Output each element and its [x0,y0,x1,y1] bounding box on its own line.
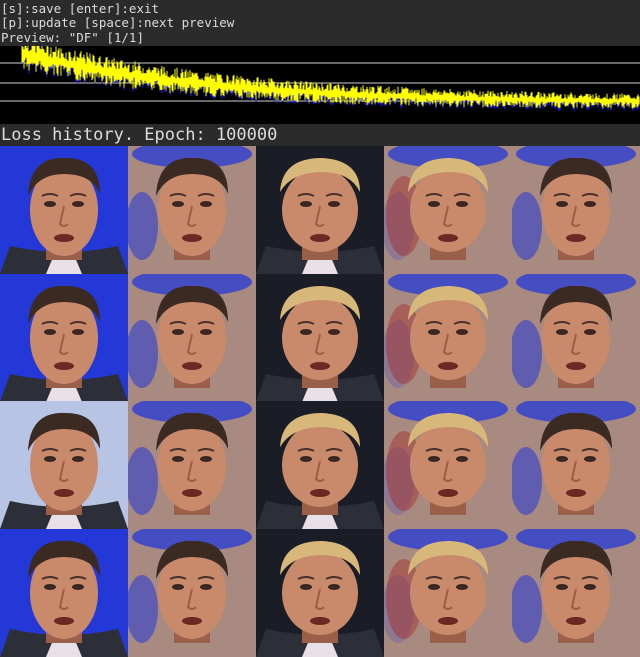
cage-icon [512,146,640,274]
cage-icon [512,529,640,657]
trump-icon [384,529,512,657]
preview-tile-swapped [512,146,640,274]
preview-tile-swapped [512,529,640,657]
preview-tile-src-original [0,401,128,529]
preview-tile-dst-original [256,401,384,529]
cage-icon [128,529,256,657]
preview-tile-src-original [0,274,128,402]
preview-header: [s]:save [enter]:exit [p]:update [space]… [0,0,640,46]
preview-tile-dst-reconstruction [384,146,512,274]
preview-tile-src-original [0,146,128,274]
cage-icon [0,274,128,402]
help-save-exit: [s]:save [enter]:exit [1,1,160,16]
trump-icon [384,274,512,402]
cage-icon [512,274,640,402]
preview-tile-dst-reconstruction [384,529,512,657]
cage-icon [0,401,128,529]
cage-icon [0,146,128,274]
trump-icon [256,401,384,529]
preview-tile-src-reconstruction [128,401,256,529]
loss-series-a [21,46,640,109]
trump-icon [256,529,384,657]
preview-title: Preview: "DF" [1/1] [1,30,144,45]
preview-tile-dst-original [256,529,384,657]
cage-icon [128,401,256,529]
cage-icon [128,146,256,274]
cage-icon [0,529,128,657]
trump-icon [384,146,512,274]
preview-tile-src-reconstruction [128,274,256,402]
cage-icon [128,274,256,402]
preview-tile-dst-reconstruction [384,274,512,402]
preview-grid [0,146,640,657]
preview-tile-src-reconstruction [128,529,256,657]
help-update-next: [p]:update [space]:next preview [1,15,235,30]
loss-history-plot [0,46,640,111]
loss-status-bar: Loss history. Epoch: 100000 [0,124,640,146]
trump-icon [256,146,384,274]
preview-tile-src-reconstruction [128,146,256,274]
preview-tile-dst-original [256,274,384,402]
loss-history-graph [0,46,640,124]
cage-icon [512,401,640,529]
trump-icon [384,401,512,529]
preview-tile-dst-original [256,146,384,274]
preview-tile-swapped [512,401,640,529]
epoch-label: Loss history. Epoch: 100000 [1,125,278,145]
preview-tile-swapped [512,274,640,402]
trump-icon [256,274,384,402]
preview-tile-src-original [0,529,128,657]
preview-tile-dst-reconstruction [384,401,512,529]
